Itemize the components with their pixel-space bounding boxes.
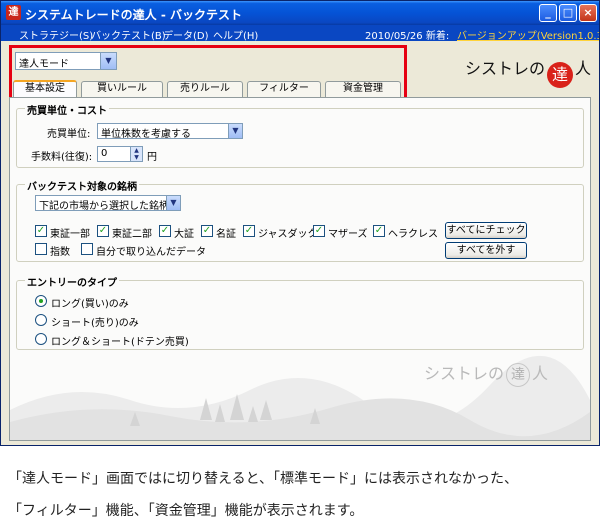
logo-text-after: 人 xyxy=(575,59,592,78)
menu-backtest[interactable]: バックテスト(B) xyxy=(91,27,166,42)
watermark-seal-icon: 達 xyxy=(506,363,531,387)
logo-seal-icon: 達 xyxy=(547,62,574,88)
app-icon: 達 xyxy=(6,5,21,20)
fee-unit: 円 xyxy=(147,152,157,163)
app-window: 達 システムトレードの達人 - バックテスト _ □ × ストラテジー(S) バ… xyxy=(0,0,600,446)
maximize-button[interactable]: □ xyxy=(559,4,577,22)
highlight-box xyxy=(9,45,407,101)
menu-help[interactable]: ヘルプ(H) xyxy=(213,27,258,42)
radio-empty-icon xyxy=(35,314,47,326)
logo-text-before: シストレの xyxy=(465,59,546,78)
unit-cost-group: 売買単位・コスト 売買単位: 単位株数を考慮する ▼ 手数料(往復): 0 ▲ ▼… xyxy=(16,102,584,168)
target-title: バックテスト対象の銘柄 xyxy=(25,178,139,193)
unit-label: 売買単位: xyxy=(47,129,91,140)
target-select[interactable]: 下記の市場から選択した銘柄 ▼ xyxy=(35,195,181,212)
entry-type-group: エントリーのタイプ ロング(買い)のみ ショート(売り)のみ ロング＆ショート(… xyxy=(16,274,584,350)
check-icon: ✓ xyxy=(201,225,213,237)
unit-select-value: 単位株数を考慮する xyxy=(101,129,191,140)
fee-label: 手数料(往復): xyxy=(31,152,93,163)
target-group: バックテスト対象の銘柄 下記の市場から選択した銘柄 ▼ ✓ 東証一部 ✓ 東証二部 … xyxy=(16,178,584,262)
title-bar[interactable]: 達 システムトレードの達人 - バックテスト _ □ × xyxy=(1,1,599,25)
radio-empty-icon xyxy=(35,333,47,345)
caption-line-2: 「フィルター」機能、「資金管理」機能が表示されます。 xyxy=(8,503,364,519)
caption-line-1: 「達人モード」画面ではに切り替えると、「標準モード」には表示されなかった、 xyxy=(8,471,519,487)
menu-strategy[interactable]: ストラテジー(S) xyxy=(19,27,93,42)
chevron-down-icon[interactable]: ▼ xyxy=(228,124,242,138)
radio-selected-icon xyxy=(35,295,47,307)
uncheck-all-button[interactable]: すべてを外す xyxy=(445,242,527,259)
chevron-down-icon[interactable]: ▼ xyxy=(166,196,180,210)
entry-type-title: エントリーのタイプ xyxy=(25,274,119,289)
brand-watermark: シストレの達人 xyxy=(424,360,548,387)
check-icon: ✓ xyxy=(373,225,385,237)
news-label: 2010/05/26 新着: xyxy=(365,31,450,42)
unit-select[interactable]: 単位株数を考慮する ▼ xyxy=(97,123,243,140)
checkbox-empty-icon xyxy=(35,243,47,255)
fee-value: 0 xyxy=(101,148,108,159)
fee-spinner[interactable]: 0 ▲ ▼ xyxy=(97,146,143,162)
update-link[interactable]: バージョンアップ(Version1.0.3) xyxy=(457,27,599,42)
check-all-button[interactable]: すべてにチェック xyxy=(445,222,527,239)
minimize-button[interactable]: _ xyxy=(539,4,557,22)
check-icon: ✓ xyxy=(35,225,47,237)
menu-data[interactable]: データ(D) xyxy=(163,27,209,42)
check-icon: ✓ xyxy=(159,225,171,237)
settings-panel: 売買単位・コスト 売買単位: 単位株数を考慮する ▼ 手数料(往復): 0 ▲ ▼… xyxy=(9,97,591,441)
window-title: システムトレードの達人 - バックテスト xyxy=(25,8,242,22)
check-icon: ✓ xyxy=(313,225,325,237)
check-icon: ✓ xyxy=(97,225,109,237)
target-select-value: 下記の市場から選択した銘柄 xyxy=(39,201,169,212)
brand-logo: シストレの達人 xyxy=(465,55,591,88)
check-icon: ✓ xyxy=(243,225,255,237)
close-button[interactable]: × xyxy=(579,4,597,22)
menu-bar: ストラテジー(S) バックテスト(B) データ(D) ヘルプ(H) 2010/0… xyxy=(1,25,599,42)
spinner-arrows-icon[interactable]: ▲ ▼ xyxy=(130,147,142,161)
checkbox-empty-icon xyxy=(81,243,93,255)
unit-cost-title: 売買単位・コスト xyxy=(25,102,109,117)
